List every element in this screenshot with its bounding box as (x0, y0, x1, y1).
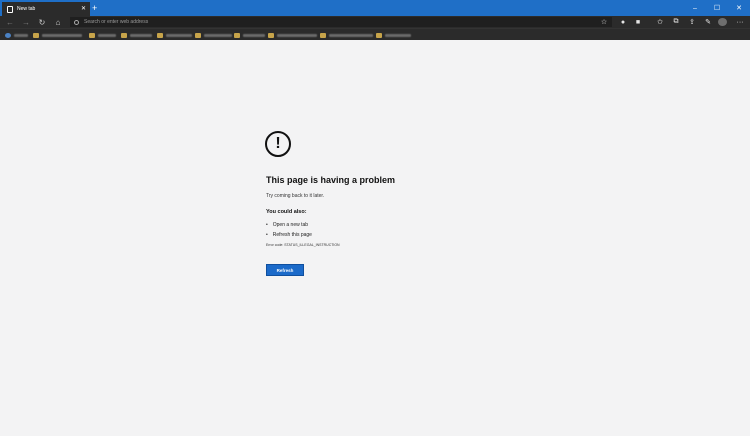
page-icon (7, 5, 13, 13)
title-bar: New tab ✕ + – ☐ ✕ (0, 0, 750, 16)
folder-icon (376, 32, 382, 38)
share-icon[interactable]: ⇪ (686, 16, 698, 28)
browser-toolbar: ← → ↻ ⌂ Search or enter web address ☆ ● … (0, 16, 750, 28)
folder-icon (121, 32, 127, 38)
minimize-button[interactable]: – (684, 0, 706, 16)
favorite-item[interactable] (320, 32, 373, 38)
forward-arrow-icon[interactable]: → (20, 16, 32, 28)
favorite-item[interactable] (195, 32, 232, 38)
site-icon (5, 32, 11, 38)
tab-label: New tab (17, 6, 36, 12)
close-window-button[interactable]: ✕ (728, 0, 750, 16)
folder-icon (33, 32, 39, 38)
error-page: ! This page is having a problem Try comi… (0, 40, 750, 436)
error-subtitle: Try coming back to it later. (266, 193, 325, 199)
close-tab-icon[interactable]: ✕ (81, 6, 86, 12)
search-icon (74, 19, 79, 25)
home-icon[interactable]: ⌂ (52, 16, 64, 28)
favorites-icon[interactable]: ✩ (654, 16, 666, 28)
favorite-item[interactable] (33, 32, 82, 38)
favorite-item[interactable] (89, 32, 116, 38)
favorite-item[interactable] (268, 32, 317, 38)
new-tab-button[interactable]: + (92, 2, 97, 14)
back-arrow-icon[interactable]: ← (4, 16, 16, 28)
error-icon: ! (265, 131, 291, 157)
refresh-icon[interactable]: ↻ (36, 16, 48, 28)
options-list: Open a new tab Refresh this page (266, 220, 312, 240)
folder-icon (320, 32, 326, 38)
favorites-bar (0, 28, 750, 40)
folder-icon (234, 32, 240, 38)
feedback-icon[interactable]: ✎ (702, 16, 714, 28)
favorite-item[interactable] (5, 32, 28, 38)
folder-icon (195, 32, 201, 38)
tab-new-tab[interactable]: New tab ✕ (2, 2, 90, 16)
folder-icon (268, 32, 274, 38)
refresh-button[interactable]: Refresh (266, 264, 304, 276)
maximize-button[interactable]: ☐ (706, 0, 728, 16)
option-open-new-tab[interactable]: Open a new tab (266, 220, 312, 230)
address-bar[interactable]: Search or enter web address (70, 17, 612, 27)
extension-icon[interactable]: ● (617, 16, 629, 28)
profile-avatar[interactable] (718, 18, 727, 26)
error-code: Error code: STATUS_ILLEGAL_INSTRUCTION (266, 243, 340, 247)
favorite-item[interactable] (121, 32, 152, 38)
page-title: This page is having a problem (266, 175, 396, 185)
favorite-item[interactable] (376, 32, 411, 38)
folder-icon (157, 32, 163, 38)
collections-icon[interactable]: ⧉ (670, 16, 682, 28)
favorite-star-icon[interactable]: ☆ (598, 16, 610, 28)
option-refresh-page[interactable]: Refresh this page (266, 230, 312, 240)
folder-icon (89, 32, 95, 38)
favorite-item[interactable] (234, 32, 265, 38)
more-menu-icon[interactable]: ··· (734, 16, 746, 28)
favorite-item[interactable] (157, 32, 192, 38)
could-also-heading: You could also: (266, 209, 307, 215)
address-placeholder: Search or enter web address (84, 19, 149, 25)
reader-icon[interactable]: ■ (632, 16, 644, 28)
